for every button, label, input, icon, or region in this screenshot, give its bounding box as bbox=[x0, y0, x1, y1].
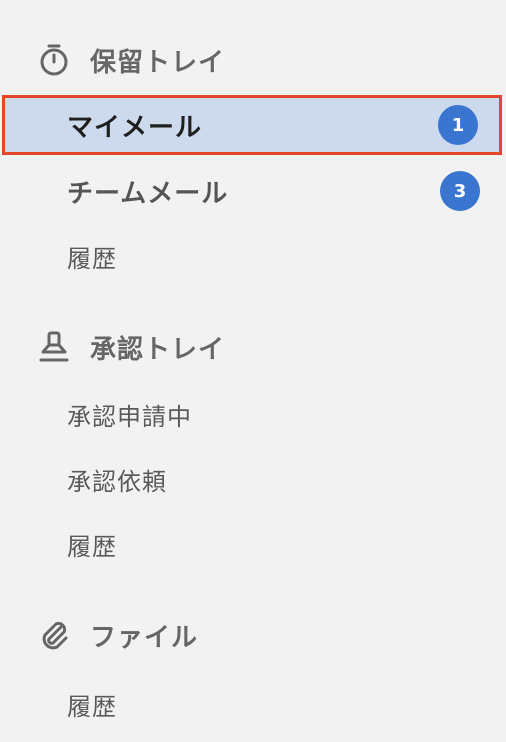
sidebar-item-approval-history[interactable]: 履歴 bbox=[0, 514, 506, 574]
section-title: ファイル bbox=[90, 622, 199, 653]
sidebar-item-label: チームメール bbox=[67, 178, 229, 209]
sidebar-item-label: 承認依頼 bbox=[67, 467, 167, 496]
paperclip-icon bbox=[36, 617, 72, 653]
sidebar-item-file-history[interactable]: 履歴 bbox=[0, 674, 506, 734]
sidebar-item-hold-history[interactable]: 履歴 bbox=[0, 226, 506, 286]
section-title: 保留トレイ bbox=[90, 47, 226, 78]
sidebar-nav: 保留トレイ マイメール 1 チームメール 3 履歴 承認トレイ 承認申請中 承認… bbox=[0, 0, 506, 742]
sidebar-item-label: 承認申請中 bbox=[67, 402, 192, 431]
sidebar-item-label: 履歴 bbox=[67, 692, 117, 721]
count-badge: 3 bbox=[440, 171, 480, 211]
sidebar-item-approval-requests[interactable]: 承認依頼 bbox=[0, 449, 506, 509]
count-badge: 1 bbox=[438, 105, 478, 145]
timer-icon bbox=[36, 42, 72, 78]
section-header-hold-tray[interactable]: 保留トレイ bbox=[0, 38, 506, 82]
sidebar-item-label: 履歴 bbox=[67, 532, 117, 561]
sidebar-item-my-mail[interactable]: マイメール 1 bbox=[2, 95, 502, 155]
sidebar-item-approval-pending[interactable]: 承認申請中 bbox=[0, 384, 506, 444]
sidebar-item-team-mail[interactable]: チームメール 3 bbox=[0, 161, 506, 221]
section-header-files[interactable]: ファイル bbox=[0, 613, 506, 657]
sidebar-item-label: マイメール bbox=[67, 112, 203, 143]
sidebar-item-label: 履歴 bbox=[67, 244, 117, 273]
section-header-approval-tray[interactable]: 承認トレイ bbox=[0, 325, 506, 369]
stamp-icon bbox=[36, 329, 72, 365]
section-title: 承認トレイ bbox=[90, 334, 226, 365]
